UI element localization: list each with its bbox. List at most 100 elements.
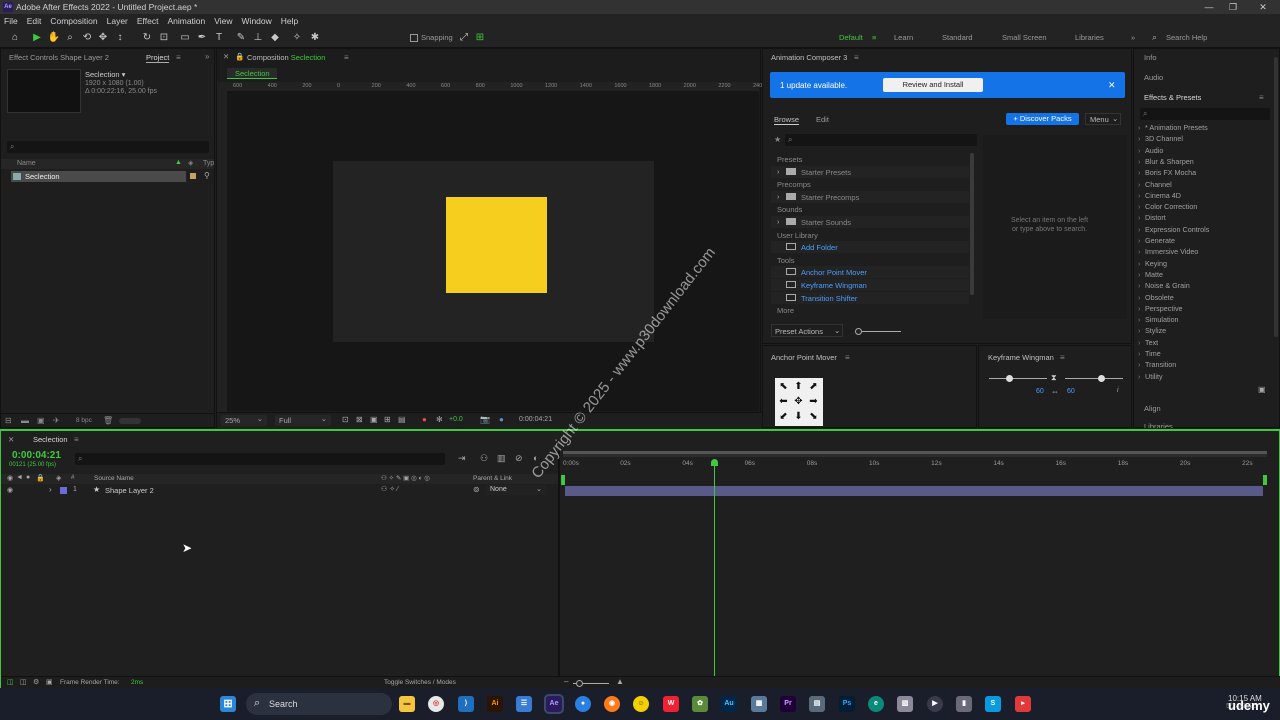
project-search-input[interactable]: ⌕ <box>7 141 209 153</box>
effect-category[interactable]: Immersive Video <box>1138 247 1198 256</box>
work-area-start[interactable] <box>561 475 565 485</box>
col-source-name[interactable]: Source Name <box>94 475 134 482</box>
taskbar-search[interactable]: ⌕ Search <box>246 693 392 715</box>
effect-category[interactable]: Audio <box>1138 146 1164 155</box>
discover-packs-button[interactable]: + Discover Packs <box>1006 113 1079 125</box>
effect-category[interactable]: Distort <box>1138 213 1166 222</box>
ease-in-value[interactable]: 60 <box>1036 388 1044 395</box>
ac-list-item[interactable]: › Starter Precomps <box>771 190 969 203</box>
label-header-icon[interactable]: ◈ <box>56 474 61 482</box>
align-panel-tab[interactable]: Align <box>1144 404 1161 413</box>
arrow-up-right-icon[interactable]: ⬈ <box>806 379 821 394</box>
apm-menu-icon[interactable]: ≡ <box>845 353 850 362</box>
col-parent-link[interactable]: Parent & Link <box>473 475 512 482</box>
workspace-menu-icon[interactable]: ≡ <box>872 33 876 42</box>
ac-menu-dropdown[interactable]: Menu ⌄ <box>1085 113 1121 125</box>
info-icon[interactable]: i <box>1117 387 1119 394</box>
maximize-button[interactable]: ❐ <box>1222 0 1244 14</box>
lock-header-icon[interactable]: 🔒 <box>36 474 45 482</box>
work-area-end[interactable] <box>1263 475 1267 485</box>
eraser-tool-icon[interactable]: ◆ <box>268 31 282 45</box>
effect-category[interactable]: Boris FX Mocha <box>1138 168 1196 177</box>
snapshot-camera-icon[interactable]: 📷 <box>480 415 490 424</box>
app-icon[interactable]: ▶ <box>927 696 943 712</box>
mask-visibility-icon[interactable]: ▣ <box>370 415 378 424</box>
zoom-tool-icon[interactable]: ⌕ <box>63 31 77 45</box>
menu-help[interactable]: Help <box>281 16 298 26</box>
edge-icon[interactable]: e <box>868 696 884 712</box>
center-anchor-icon[interactable]: ✥ <box>791 394 806 409</box>
video-toggle-header-icon[interactable]: ◉ <box>7 474 13 482</box>
arrow-left-icon[interactable]: ⬅ <box>776 394 791 409</box>
pan-tool-icon[interactable]: ✥ <box>96 31 110 45</box>
arrow-down-icon[interactable]: ⬇ <box>791 409 806 424</box>
audio-panel-tab[interactable]: Audio <box>1144 73 1163 82</box>
tab-effect-controls[interactable]: Effect Controls Shape Layer 2 <box>9 53 109 62</box>
app-icon[interactable]: ✿ <box>692 696 708 712</box>
search-help-input[interactable]: ⌕ Search Help <box>1150 31 1270 45</box>
close-icon[interactable]: ✕ <box>1108 80 1116 91</box>
effect-category[interactable]: * Animation Presets <box>1138 123 1208 132</box>
photoshop-icon[interactable]: Ps <box>839 696 855 712</box>
ease-out-slider[interactable] <box>1065 378 1123 379</box>
app-icon[interactable]: ▮ <box>956 696 972 712</box>
ac-list-scrollbar[interactable] <box>970 153 974 295</box>
tab-browse[interactable]: Browse <box>774 115 800 125</box>
comp-flow-tab[interactable]: Seclection <box>227 68 277 79</box>
menu-layer[interactable]: Layer <box>107 16 128 26</box>
shy-layers-icon[interactable]: ▥ <box>497 453 506 464</box>
new-bin-icon[interactable]: ▣ <box>1258 385 1266 394</box>
effect-category[interactable]: Text <box>1138 338 1158 347</box>
preset-actions-dropdown[interactable]: Preset Actions ⌄ <box>771 324 843 337</box>
info-panel-tab[interactable]: Info <box>1144 53 1157 62</box>
flowchart-small-icon[interactable]: ✈ <box>53 416 60 425</box>
menu-composition[interactable]: Composition <box>50 16 97 26</box>
rotate-tool-icon[interactable]: ↻ <box>140 31 154 45</box>
snap-grid-icon[interactable]: ⊞ <box>473 31 487 45</box>
premiere-icon[interactable]: Pr <box>780 696 796 712</box>
layer-name[interactable]: Shape Layer 2 <box>105 486 154 495</box>
comp-name-label[interactable]: Seclection ▾ <box>85 70 125 79</box>
frame-render-icon[interactable]: ▣ <box>46 678 53 686</box>
timeline-divider[interactable] <box>558 451 560 688</box>
effect-category[interactable]: Obsolete <box>1138 293 1174 302</box>
minimize-button[interactable]: — <box>1198 0 1220 14</box>
arrow-down-left-icon[interactable]: ⬋ <box>776 409 791 424</box>
col-type[interactable]: Typ <box>203 160 214 167</box>
comp-current-time[interactable]: 0:00:04:21 <box>519 416 552 423</box>
effect-category[interactable]: Simulation <box>1138 315 1178 324</box>
effect-category[interactable]: Generate <box>1138 236 1175 245</box>
effect-category[interactable]: Noise & Grain <box>1138 281 1190 290</box>
timeline-menu-icon[interactable]: ≡ <box>74 435 79 444</box>
skype-icon[interactable]: S <box>985 696 1001 712</box>
tab-edit[interactable]: Edit <box>816 115 829 124</box>
app-icon[interactable]: ● <box>575 696 591 712</box>
ac-list-item[interactable]: Keyframe Wingman <box>771 279 969 291</box>
resolution-dropdown[interactable]: Full ⌄ <box>275 415 331 426</box>
clone-stamp-tool-icon[interactable]: ⊥ <box>251 31 265 45</box>
ac-list-item[interactable]: Add Folder <box>771 241 969 254</box>
firefox-icon[interactable]: ◉ <box>604 696 620 712</box>
layer-row[interactable]: ◉ › 1 ★ Shape Layer 2 ⚇ ✧ ⁄ ⊚ None ⌄ <box>1 485 558 496</box>
grid-guide-icon[interactable]: ⊞ <box>384 415 391 424</box>
app-icon[interactable]: ▦ <box>751 696 767 712</box>
workspace-standard[interactable]: Standard <box>942 33 972 42</box>
bit-depth-label[interactable]: 8 bpc <box>76 417 92 424</box>
arrow-up-left-icon[interactable]: ⬉ <box>776 379 791 394</box>
chevron-right-icon[interactable]: › <box>777 192 780 201</box>
pen-tool-icon[interactable]: ✒ <box>195 31 209 45</box>
pan-behind-tool-icon[interactable]: ⊡ <box>157 31 171 45</box>
right-panel-scrollbar[interactable] <box>1274 57 1278 337</box>
switches-header-icons[interactable]: ⚇ ✧ ✎ ▣ ◎ ◐ ◎ <box>381 474 430 482</box>
menu-effect[interactable]: Effect <box>137 16 159 26</box>
comp-panel-menu-icon[interactable]: ≡ <box>344 53 349 62</box>
app-icon[interactable]: ▸ <box>1015 696 1031 712</box>
dolly-tool-icon[interactable]: ↕ <box>113 31 127 45</box>
effect-category[interactable]: Transition <box>1138 360 1176 369</box>
zoom-in-icon[interactable]: ▲ <box>616 677 624 686</box>
time-ruler[interactable]: 0:00s 02s 04s 06s 08s 10s 12s 14s 16s 18s 20s 22s <box>563 458 1267 472</box>
label-color-swatch[interactable] <box>190 173 196 179</box>
review-install-button[interactable]: Review and Install <box>883 78 983 92</box>
expand-transfer-icon[interactable]: ◫ <box>20 678 27 686</box>
layer-duration-bar[interactable] <box>565 486 1263 496</box>
